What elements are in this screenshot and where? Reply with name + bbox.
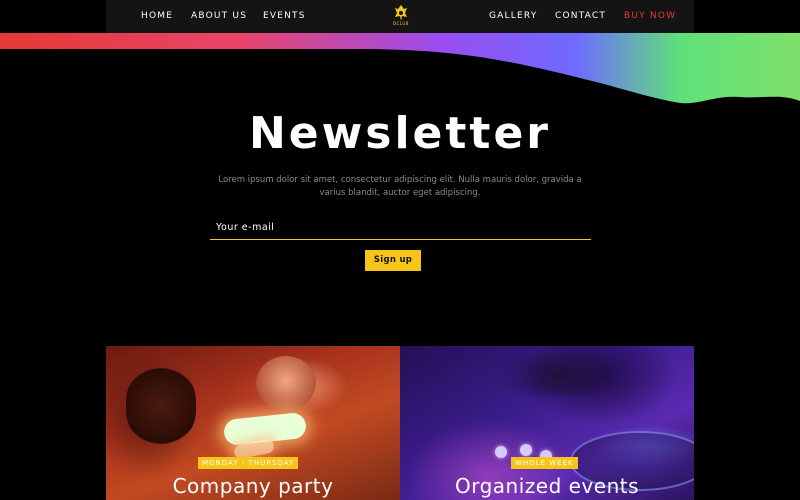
party-photo-person — [126, 366, 196, 446]
logo-text: DCLUB — [392, 21, 410, 26]
top-navbar: HOME ABOUT US EVENTS DCLUB GALLERY CONTA… — [106, 0, 694, 34]
card-tag: WHOLE WEEK — [511, 457, 578, 469]
card-title: Company party — [172, 474, 334, 498]
signup-button[interactable]: Sign up — [365, 250, 421, 271]
nav-events-link[interactable]: EVENTS — [263, 11, 306, 21]
nav-buy-now-link[interactable]: BUY NOW — [624, 11, 676, 21]
company-party-card[interactable]: MONDAY - THURSDAY Company party — [106, 346, 400, 500]
organized-events-card[interactable]: WHOLE WEEK Organized events — [400, 346, 694, 500]
dj-knob — [520, 444, 532, 456]
card-tag: MONDAY - THURSDAY — [198, 457, 299, 469]
nav-about-link[interactable]: ABOUT US — [191, 11, 247, 21]
card-title: Organized events — [454, 474, 640, 498]
club-logo-icon — [395, 5, 407, 21]
nav-home-link[interactable]: HOME — [141, 11, 173, 21]
email-placeholder: Your e-mail — [216, 222, 275, 233]
nav-gallery-link[interactable]: GALLERY — [489, 11, 537, 21]
dj-knob — [495, 446, 507, 458]
newsletter-title: Newsletter — [248, 108, 552, 159]
party-photo-face — [256, 356, 316, 411]
newsletter-description: Lorem ipsum dolor sit amet, consectetur … — [218, 175, 582, 198]
gradient-wave-decoration — [0, 33, 800, 104]
club-logo[interactable]: DCLUB — [390, 5, 412, 29]
page: HOME ABOUT US EVENTS DCLUB GALLERY CONTA… — [0, 0, 800, 500]
dj-hand-photo — [500, 346, 620, 396]
nav-contact-link[interactable]: CONTACT — [555, 11, 606, 21]
email-input[interactable]: Your e-mail — [210, 218, 591, 240]
